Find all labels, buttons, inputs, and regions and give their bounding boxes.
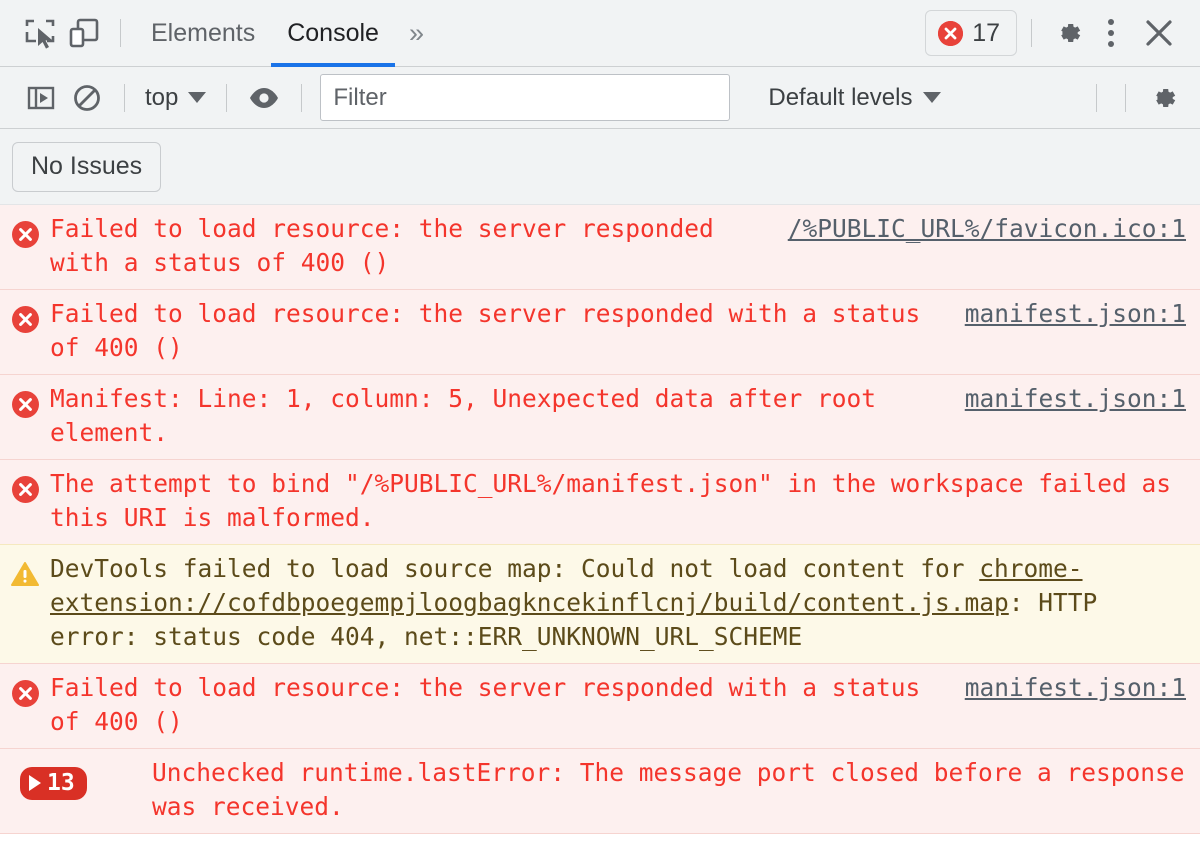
- console-settings-gear-icon[interactable]: [1140, 76, 1186, 120]
- console-message-error[interactable]: manifest.json:1 Failed to load resource: …: [0, 289, 1200, 375]
- group-expand-toggle[interactable]: 13: [20, 767, 87, 800]
- tab-elements[interactable]: Elements: [135, 0, 271, 67]
- console-message-text: Failed to load resource: the server resp…: [50, 299, 936, 362]
- tab-console[interactable]: Console: [271, 0, 395, 67]
- console-message-body: manifest.json:1 Manifest: Line: 1, column…: [50, 382, 1200, 450]
- console-message-warning[interactable]: DevTools failed to load source map: Coul…: [0, 544, 1200, 664]
- error-circle-icon: [0, 382, 50, 418]
- filterbar-divider-5: [1125, 83, 1126, 112]
- console-message-error[interactable]: manifest.json:1 Failed to load resource: …: [0, 663, 1200, 749]
- console-message-list[interactable]: /%PUBLIC_URL%/favicon.ico:1 Failed to loa…: [0, 205, 1200, 866]
- devtools-tab-bar: Elements Console » 17: [0, 0, 1200, 67]
- inspect-element-icon[interactable]: [18, 11, 62, 55]
- error-circle-icon: [0, 212, 50, 248]
- gear-icon[interactable]: [1046, 11, 1090, 55]
- execution-context-selector[interactable]: top: [139, 84, 212, 112]
- console-message-source-link[interactable]: manifest.json:1: [965, 297, 1186, 331]
- warning-triangle-icon: [0, 552, 50, 587]
- chevron-down-icon-levels: [923, 92, 942, 103]
- chevron-right-icon: [29, 775, 41, 791]
- filter-input[interactable]: [320, 74, 731, 121]
- device-toolbar-icon[interactable]: [62, 11, 106, 55]
- console-message-text: The attempt to bind "/%PUBLIC_URL%/manif…: [50, 469, 1186, 532]
- no-issues-button[interactable]: No Issues: [12, 141, 162, 192]
- tab-bar-right-controls: 17: [925, 10, 1200, 56]
- console-message-error[interactable]: 13 Unchecked runtime.lastError: The messa…: [0, 748, 1200, 834]
- console-message-body: manifest.json:1 Failed to load resource: …: [50, 671, 1200, 739]
- error-count-badge[interactable]: 17: [925, 10, 1017, 56]
- error-count-value: 17: [972, 18, 1000, 47]
- filterbar-divider-3: [301, 83, 303, 112]
- toolbar-divider: [120, 19, 121, 47]
- error-circle-icon: [938, 20, 964, 46]
- console-message-body: manifest.json:1 Failed to load resource: …: [50, 297, 1200, 365]
- console-message-text: Manifest: Line: 1, column: 5, Unexpected…: [50, 384, 891, 447]
- console-message-source-link[interactable]: manifest.json:1: [965, 382, 1186, 416]
- console-message-inline-link[interactable]: chrome-extension://cofdbpoegempjloogbagk…: [50, 554, 1083, 617]
- console-message-source-link[interactable]: manifest.json:1: [965, 671, 1186, 705]
- console-message-text: Failed to load resource: the server resp…: [50, 673, 936, 736]
- tab-elements-label: Elements: [151, 18, 256, 47]
- chevron-down-icon: [188, 92, 207, 103]
- console-filter-toolbar: top Default levels: [0, 67, 1200, 129]
- console-message-source-link[interactable]: /%PUBLIC_URL%/favicon.ico:1: [788, 212, 1186, 246]
- tab-console-label: Console: [287, 18, 379, 47]
- log-levels-selector[interactable]: Default levels: [758, 84, 951, 112]
- console-message-body: /%PUBLIC_URL%/favicon.ico:1 Failed to loa…: [50, 212, 1200, 280]
- console-message-body: DevTools failed to load source map: Coul…: [50, 552, 1200, 654]
- console-message-body: Unchecked runtime.lastError: The message…: [148, 756, 1200, 824]
- close-icon[interactable]: [1132, 11, 1186, 55]
- console-message-text: DevTools failed to load source map: Coul…: [50, 554, 1113, 651]
- group-count-badge[interactable]: 13: [0, 756, 148, 800]
- more-tabs-label: »: [408, 17, 424, 48]
- error-circle-icon: [0, 467, 50, 503]
- console-message-text: Failed to load resource: the server resp…: [50, 214, 729, 277]
- console-message-error[interactable]: manifest.json:1 Manifest: Line: 1, column…: [0, 374, 1200, 460]
- no-issues-label: No Issues: [31, 152, 143, 180]
- more-tabs-icon[interactable]: »: [395, 0, 438, 67]
- filterbar-divider-1: [124, 83, 125, 112]
- group-count-value: 13: [47, 770, 75, 796]
- filterbar-divider-4: [1096, 83, 1097, 112]
- execution-context-label: top: [145, 83, 179, 111]
- kebab-menu-icon[interactable]: [1090, 11, 1132, 55]
- issues-bar: No Issues: [0, 129, 1200, 205]
- toolbar-divider-2: [1031, 19, 1032, 47]
- error-circle-icon: [0, 297, 50, 333]
- devtools-window: Elements Console » 17 top Filter Default…: [0, 0, 1200, 866]
- log-levels-label: Default levels: [768, 83, 913, 111]
- filterbar-divider-2: [226, 83, 228, 112]
- error-circle-icon: [0, 671, 50, 707]
- console-message-body: The attempt to bind "/%PUBLIC_URL%/manif…: [50, 467, 1200, 535]
- console-message-error[interactable]: /%PUBLIC_URL%/favicon.ico:1 Failed to loa…: [0, 205, 1200, 290]
- console-message-error[interactable]: The attempt to bind "/%PUBLIC_URL%/manif…: [0, 459, 1200, 545]
- filterbar-right-controls: [1082, 76, 1200, 120]
- live-expression-icon[interactable]: [241, 76, 287, 120]
- console-message-text: Unchecked runtime.lastError: The message…: [152, 758, 1200, 821]
- clear-console-icon[interactable]: [64, 76, 110, 120]
- console-sidebar-icon[interactable]: [18, 76, 64, 120]
